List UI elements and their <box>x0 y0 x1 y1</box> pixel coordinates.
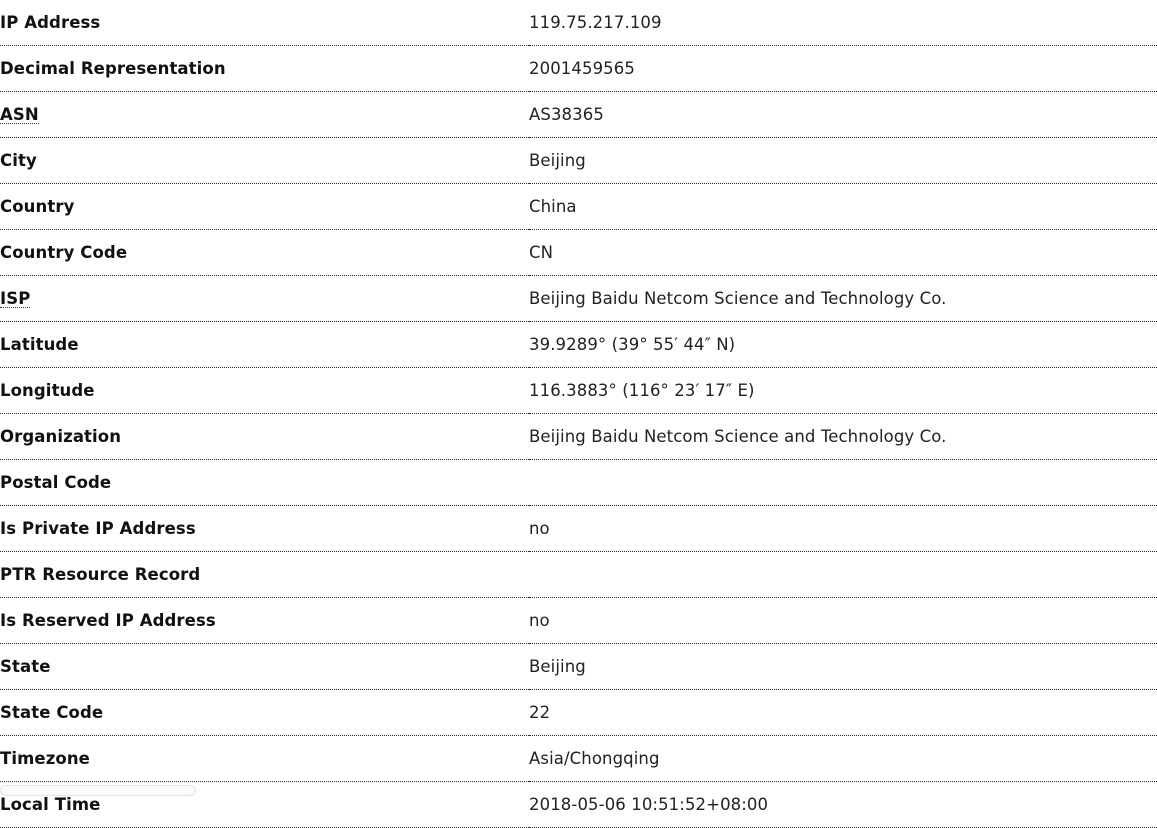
table-row: Decimal Representation 2001459565 <box>0 45 1157 92</box>
row-label-text: State <box>0 656 51 676</box>
row-value-cell: no <box>529 597 1157 644</box>
row-value-text: China <box>529 196 577 216</box>
horizontal-scrollbar-thumb[interactable] <box>0 785 196 796</box>
row-value-text: 119.75.217.109 <box>529 12 662 32</box>
row-value-cell: 119.75.217.109 <box>529 0 1157 46</box>
table-row: ISP Beijing Baidu Netcom Science and Tech… <box>0 275 1157 322</box>
row-label-text: Decimal Representation <box>0 58 226 78</box>
row-value-cell: Beijing <box>529 643 1157 690</box>
row-label-text: State Code <box>0 702 104 722</box>
row-value-cell: no <box>529 505 1157 552</box>
row-value-cell: Asia/Chongqing <box>529 735 1157 782</box>
row-label-cell: City <box>0 137 529 184</box>
abbreviation-label[interactable]: ISP <box>0 289 31 308</box>
row-label-text: Longitude <box>0 380 95 400</box>
row-value-cell: China <box>529 183 1157 230</box>
row-value-cell: AS38365 <box>529 91 1157 138</box>
table-row: Organization Beijing Baidu Netcom Science… <box>0 413 1157 460</box>
row-value-cell: Beijing Baidu Netcom Science and Technol… <box>529 413 1157 460</box>
table-row: IP Address 119.75.217.109 <box>0 0 1157 46</box>
row-value-text: no <box>529 518 550 538</box>
row-label-text: Timezone <box>0 748 90 768</box>
row-value-cell: Beijing <box>529 137 1157 184</box>
row-label-text: Country <box>0 196 75 216</box>
row-label-text: Organization <box>0 426 122 446</box>
row-value-text: Beijing <box>529 656 586 676</box>
row-label-text: Postal Code <box>0 472 112 492</box>
row-value-text: 2018-05-06 10:51:52+08:00 <box>529 794 769 814</box>
table-row: Is Private IP Address no <box>0 505 1157 552</box>
row-value-text: 2001459565 <box>529 58 635 78</box>
row-label-cell: PTR Resource Record <box>0 551 529 598</box>
row-label-cell: Country Code <box>0 229 529 276</box>
row-label-cell: Postal Code <box>0 459 529 506</box>
row-value-text: Beijing Baidu Netcom Science and Technol… <box>529 288 947 308</box>
row-value-cell: CN <box>529 229 1157 276</box>
row-label-cell: Timezone <box>0 735 529 782</box>
row-value-cell: 39.9289° (39° 55′ 44″ N) <box>529 321 1157 368</box>
row-label-cell: Country <box>0 183 529 230</box>
row-value-text: Beijing Baidu Netcom Science and Technol… <box>529 426 947 446</box>
row-label-text: Local Time <box>0 794 101 814</box>
table-row: City Beijing <box>0 137 1157 184</box>
row-label-cell: Decimal Representation <box>0 45 529 92</box>
row-label-cell: State <box>0 643 529 690</box>
row-value-cell <box>529 459 1157 506</box>
row-value-text: CN <box>529 242 554 262</box>
row-label-text: IP Address <box>0 12 101 32</box>
row-value-text: Beijing <box>529 150 586 170</box>
table-row: State Code 22 <box>0 689 1157 736</box>
ip-info-table: IP Address 119.75.217.109 Decimal Represen… <box>0 0 1157 828</box>
row-value-cell: Beijing Baidu Netcom Science and Technol… <box>529 275 1157 322</box>
row-label-cell: ISP <box>0 275 529 322</box>
row-label-cell: State Code <box>0 689 529 736</box>
row-label-text: Is Private IP Address <box>0 518 196 538</box>
row-label-cell: Organization <box>0 413 529 460</box>
row-label-cell: Is Reserved IP Address <box>0 597 529 644</box>
table-row: State Beijing <box>0 643 1157 690</box>
row-label-text: City <box>0 150 37 170</box>
table-row: Latitude 39.9289° (39° 55′ 44″ N) <box>0 321 1157 368</box>
table-row: ASN AS38365 <box>0 91 1157 138</box>
row-value-cell <box>529 551 1157 598</box>
table-row: Is Reserved IP Address no <box>0 597 1157 644</box>
row-value-text: 22 <box>529 702 551 722</box>
horizontal-scrollbar[interactable] <box>0 782 1157 796</box>
ip-info-table-body: IP Address 119.75.217.109 Decimal Represen… <box>0 0 1157 828</box>
row-label-cell: ASN <box>0 91 529 138</box>
row-value-text: 39.9289° (39° 55′ 44″ N) <box>529 334 736 354</box>
row-label-text: PTR Resource Record <box>0 564 201 584</box>
table-row: Country China <box>0 183 1157 230</box>
row-label-cell: Is Private IP Address <box>0 505 529 552</box>
row-value-text: Asia/Chongqing <box>529 748 660 768</box>
table-row: PTR Resource Record <box>0 551 1157 598</box>
row-label-cell: IP Address <box>0 0 529 46</box>
row-label-text: Is Reserved IP Address <box>0 610 216 630</box>
row-value-cell: 2001459565 <box>529 45 1157 92</box>
row-label-text: Latitude <box>0 334 79 354</box>
row-label-cell: Longitude <box>0 367 529 414</box>
row-value-cell: 22 <box>529 689 1157 736</box>
table-row: Postal Code <box>0 459 1157 506</box>
row-value-cell: 116.3883° (116° 23′ 17″ E) <box>529 367 1157 414</box>
row-value-text: 116.3883° (116° 23′ 17″ E) <box>529 380 755 400</box>
row-value-text: AS38365 <box>529 104 604 124</box>
abbreviation-label[interactable]: ASN <box>0 105 39 124</box>
table-row: Timezone Asia/Chongqing <box>0 735 1157 782</box>
table-row: Longitude 116.3883° (116° 23′ 17″ E) <box>0 367 1157 414</box>
row-label-text: Country Code <box>0 242 128 262</box>
table-row: Country Code CN <box>0 229 1157 276</box>
row-value-text: no <box>529 610 550 630</box>
row-label-cell: Latitude <box>0 321 529 368</box>
